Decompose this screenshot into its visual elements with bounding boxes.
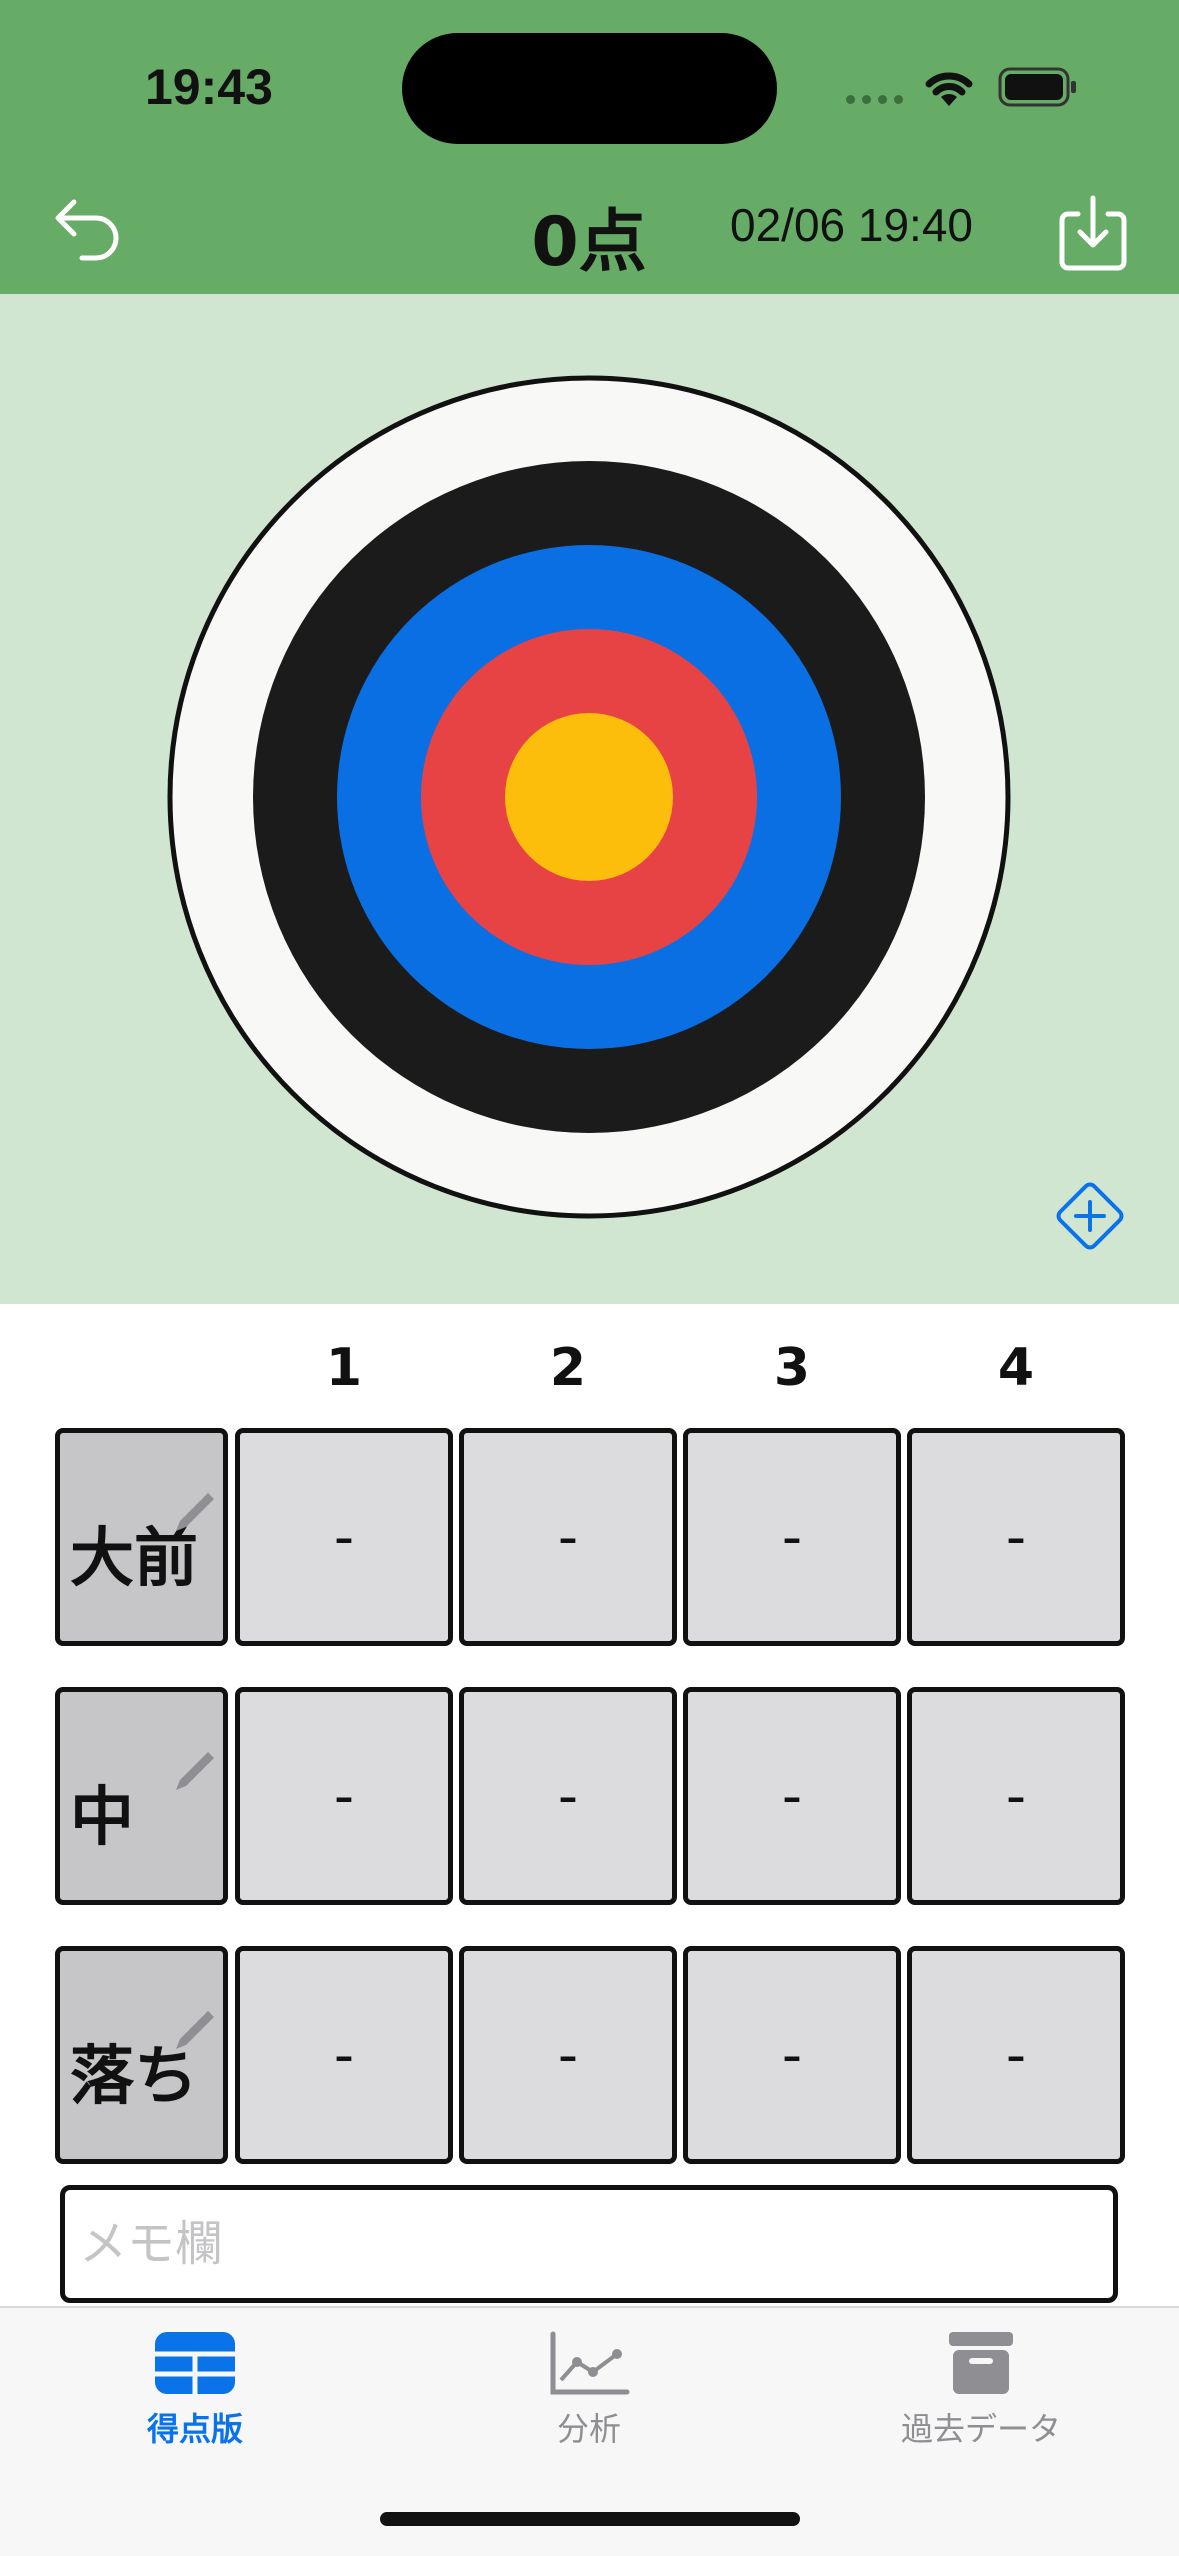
column-header: 1	[325, 1338, 363, 1398]
score-cell[interactable]: -	[459, 1428, 677, 1646]
undo-button[interactable]	[52, 192, 122, 262]
pencil-icon	[176, 2011, 214, 2049]
tab-label: 過去データ	[900, 2410, 1061, 2448]
score-cell[interactable]: -	[907, 1687, 1125, 1905]
tab-scoreboard[interactable]: 得点版	[45, 2330, 345, 2450]
pencil-icon	[176, 1493, 214, 1531]
tab-analysis[interactable]: 分析	[439, 2330, 739, 2450]
score-cell[interactable]: -	[683, 1687, 901, 1905]
archery-target[interactable]	[166, 374, 1012, 1220]
row-label-omae[interactable]: 大前	[55, 1428, 228, 1646]
total-score-title: 0点	[531, 203, 647, 282]
score-cell[interactable]: -	[459, 1687, 677, 1905]
score-cell[interactable]: -	[683, 1428, 901, 1646]
score-cell[interactable]: -	[683, 1946, 901, 2164]
status-time: 19:43	[145, 59, 273, 115]
grid-icon	[155, 2332, 235, 2394]
memo-field-container	[60, 2185, 1118, 2303]
export-button[interactable]	[1058, 194, 1128, 272]
row-label-ochi[interactable]: 落ち	[55, 1946, 228, 2164]
tab-history[interactable]: 過去データ	[831, 2330, 1131, 2450]
tab-label: 分析	[556, 2410, 621, 2448]
score-cell[interactable]: -	[907, 1946, 1125, 2164]
archive-box-icon	[949, 2332, 1013, 2394]
home-indicator	[380, 2512, 800, 2526]
download-tray-icon	[1059, 195, 1127, 271]
wifi-icon	[925, 72, 973, 106]
column-header: 4	[997, 1338, 1035, 1398]
battery-icon	[998, 67, 1076, 107]
score-cell[interactable]: -	[235, 1428, 453, 1646]
cellular-signal-icon	[846, 95, 903, 104]
score-cell[interactable]: -	[235, 1946, 453, 2164]
row-label-text: 中	[70, 1781, 134, 1855]
target-ring-gold	[505, 713, 673, 881]
pencil-icon	[176, 1752, 214, 1790]
tab-label: 得点版	[146, 2410, 243, 2448]
column-header: 3	[773, 1338, 811, 1398]
column-header: 2	[549, 1338, 587, 1398]
undo-icon	[55, 199, 119, 261]
dynamic-island	[402, 33, 777, 144]
session-datetime: 02/06 19:40	[730, 199, 974, 251]
score-cell[interactable]: -	[907, 1428, 1125, 1646]
score-cell[interactable]: -	[235, 1687, 453, 1905]
plus-diamond-icon	[1056, 1182, 1124, 1250]
score-cell[interactable]: -	[459, 1946, 677, 2164]
line-chart-icon	[550, 2331, 630, 2395]
memo-input[interactable]	[79, 2190, 1099, 2298]
row-label-naka[interactable]: 中	[55, 1687, 228, 1905]
add-shot-button[interactable]	[1052, 1178, 1128, 1254]
